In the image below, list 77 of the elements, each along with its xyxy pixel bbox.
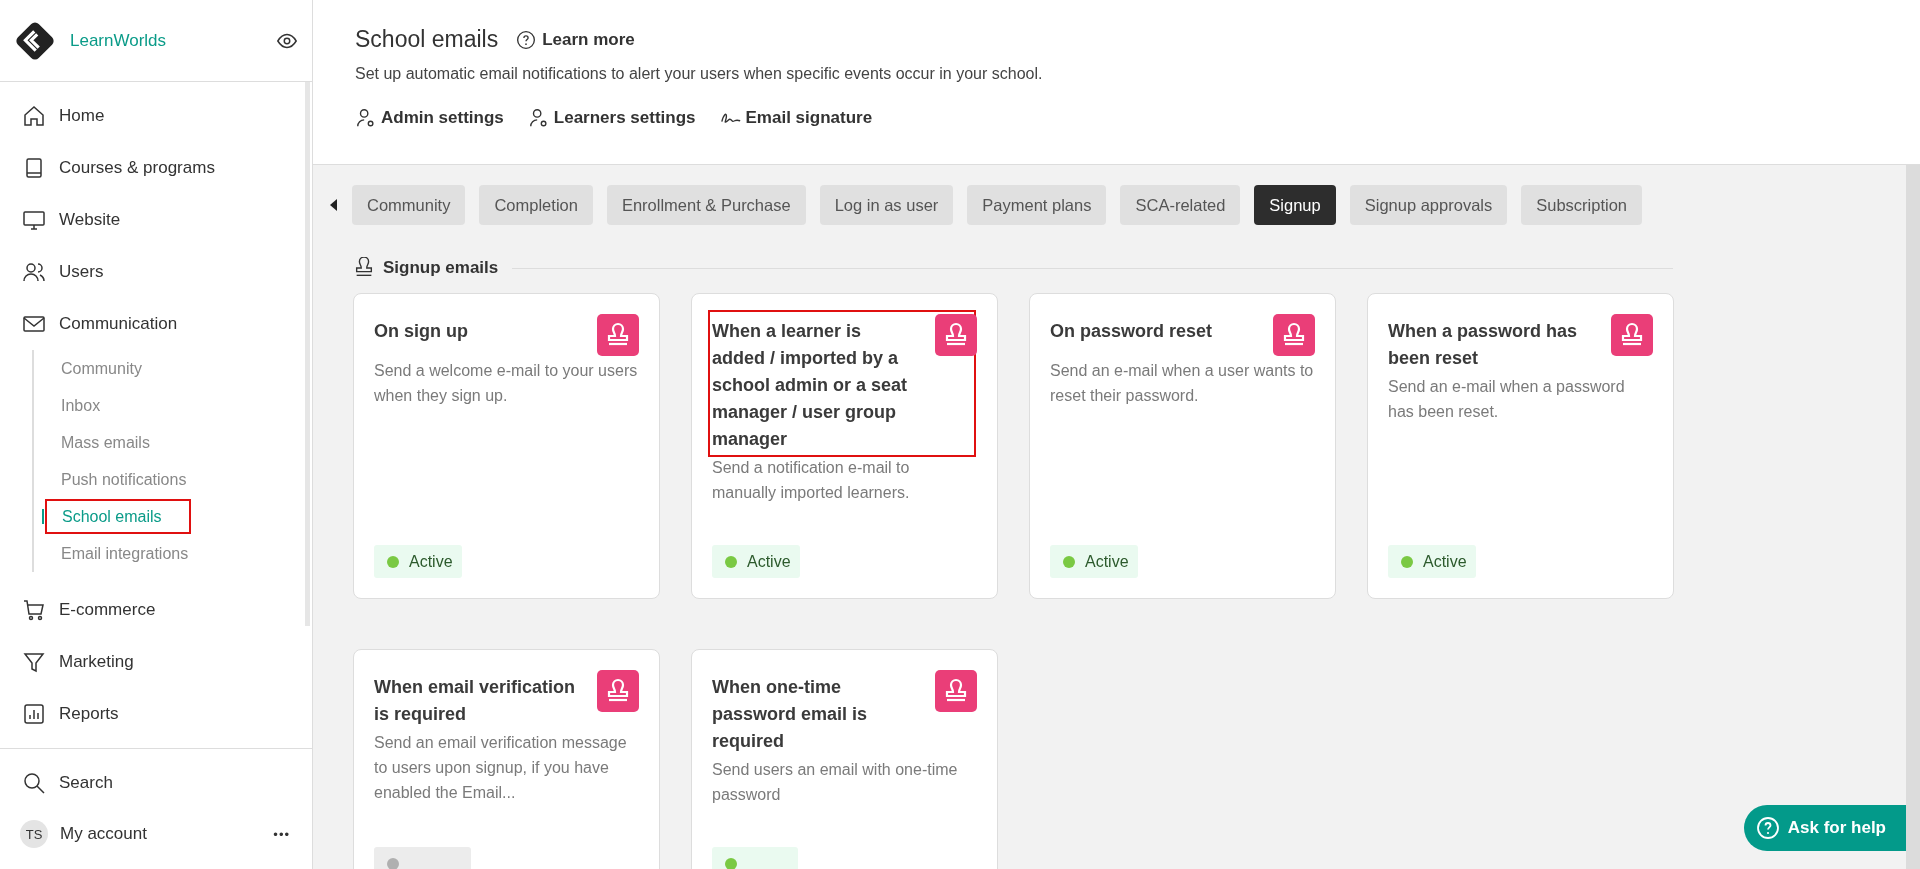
card-title: When a password has been reset — [1388, 320, 1579, 370]
user-gear-icon — [355, 107, 377, 129]
email-card[interactable]: When email verification is required Send an email verification message to users upon signup, if you have enabled the Email... — [353, 649, 660, 869]
monitor-icon — [22, 208, 46, 232]
status-badge: Active — [374, 545, 462, 578]
tab[interactable]: Subscription — [1521, 185, 1643, 225]
more-button[interactable]: ••• — [273, 826, 290, 842]
scrollbar[interactable] — [1906, 165, 1920, 869]
nav-item[interactable]: Users — [0, 246, 312, 298]
account-link[interactable]: My account — [60, 824, 262, 844]
nav-item[interactable]: Communication — [0, 298, 312, 350]
email-card[interactable]: When a learner is added / imported by a school admin or a seat manager / user group manager Send a notification e-mail to manually imported learners. Active — [691, 293, 998, 599]
card-title: On sign up — [374, 320, 468, 343]
nav-subitem[interactable]: Mass emails — [32, 424, 312, 461]
nav-item[interactable]: Home — [0, 90, 312, 142]
card-description: Send an e-mail when a password has been reset. — [1388, 377, 1626, 422]
nav-item[interactable]: Website — [0, 194, 312, 246]
card-description: Send a welcome e-mail to your users when they sign up. — [374, 361, 639, 406]
section-title: Signup emails — [383, 258, 499, 278]
card-description: Send users an email with one-time password — [712, 760, 959, 805]
learn-more-link[interactable]: Learn more — [516, 29, 635, 50]
tab[interactable]: Signup — [1254, 185, 1336, 225]
stamp-icon — [597, 314, 639, 356]
page-title: School emails — [355, 26, 499, 53]
nav-subitem[interactable]: Inbox — [32, 387, 312, 424]
settings-link[interactable]: Learners settings — [527, 107, 696, 129]
status-badge: Active — [1388, 545, 1476, 578]
page-subtitle: Set up automatic email notifications to alert your users when specific events occur in your school. — [355, 65, 1044, 83]
users-icon — [22, 260, 46, 284]
tab[interactable]: Community — [352, 185, 466, 225]
help-button[interactable]: Ask for help — [1743, 805, 1906, 851]
nav-item[interactable]: Reports — [0, 688, 312, 740]
search-icon — [22, 771, 46, 795]
tab[interactable]: Signup approvals — [1349, 185, 1508, 225]
card-description: Send a notification e-mail to manually imported learners. — [712, 458, 911, 503]
stamp-icon — [597, 670, 639, 712]
nav-subitem[interactable]: Community — [32, 350, 312, 387]
avatar[interactable]: TS — [20, 820, 48, 848]
stamp-icon — [935, 314, 977, 356]
search-item[interactable]: Search — [0, 757, 312, 809]
nav-item[interactable]: Courses & programs — [0, 142, 312, 194]
settings-link[interactable]: Email signature — [719, 107, 873, 129]
tab[interactable]: Payment plans — [967, 185, 1107, 225]
brand-name: LearnWorlds — [70, 30, 168, 51]
stamp-icon — [1611, 314, 1653, 356]
tab[interactable]: Enrollment & Purchase — [606, 185, 806, 225]
cart-icon — [22, 598, 46, 622]
nav-item[interactable]: E-commerce — [0, 584, 312, 636]
nav-subitem[interactable]: Push notifications — [32, 461, 312, 498]
tab[interactable]: SCA-related — [1120, 185, 1241, 225]
scroll-left-icon[interactable] — [330, 199, 338, 211]
stamp-icon — [935, 670, 977, 712]
nav-subitem[interactable]: Email integrations — [32, 535, 312, 572]
card-description: Send an e-mail when a user wants to reset their password. — [1050, 361, 1315, 406]
card-title: When one-time password email is required — [712, 676, 869, 753]
help-icon — [1755, 816, 1780, 840]
stamp-icon — [1273, 314, 1315, 356]
email-card[interactable]: On sign up Send a welcome e-mail to your users when they sign up. Active — [353, 293, 660, 599]
status-badge: Active — [1050, 545, 1138, 578]
nav-item[interactable]: Marketing — [0, 636, 312, 688]
card-title: When email verification is required — [374, 676, 577, 726]
user-gear-icon — [527, 107, 550, 129]
email-card[interactable]: When a password has been reset Send an e-mail when a password has been reset. Active — [1367, 293, 1674, 599]
email-card[interactable]: On password reset Send an e-mail when a user wants to reset their password. Active — [1029, 293, 1336, 599]
stamp-icon — [353, 257, 375, 279]
tab[interactable]: Completion — [479, 185, 593, 225]
home-icon — [22, 104, 46, 128]
help-icon — [516, 29, 537, 50]
funnel-icon — [22, 650, 46, 674]
card-title: On password reset — [1050, 320, 1213, 343]
nav-subitem[interactable]: School emails — [44, 498, 192, 535]
status-badge: Active — [712, 545, 800, 578]
card-description: Send an email verification message to users upon signup, if you have enabled the Email... — [374, 733, 628, 803]
chart-icon — [22, 702, 46, 726]
tab[interactable]: Log in as user — [819, 185, 954, 225]
settings-link[interactable]: Admin settings — [355, 107, 504, 129]
email-card[interactable]: When one-time password email is required Send users an email with one-time password — [691, 649, 998, 869]
